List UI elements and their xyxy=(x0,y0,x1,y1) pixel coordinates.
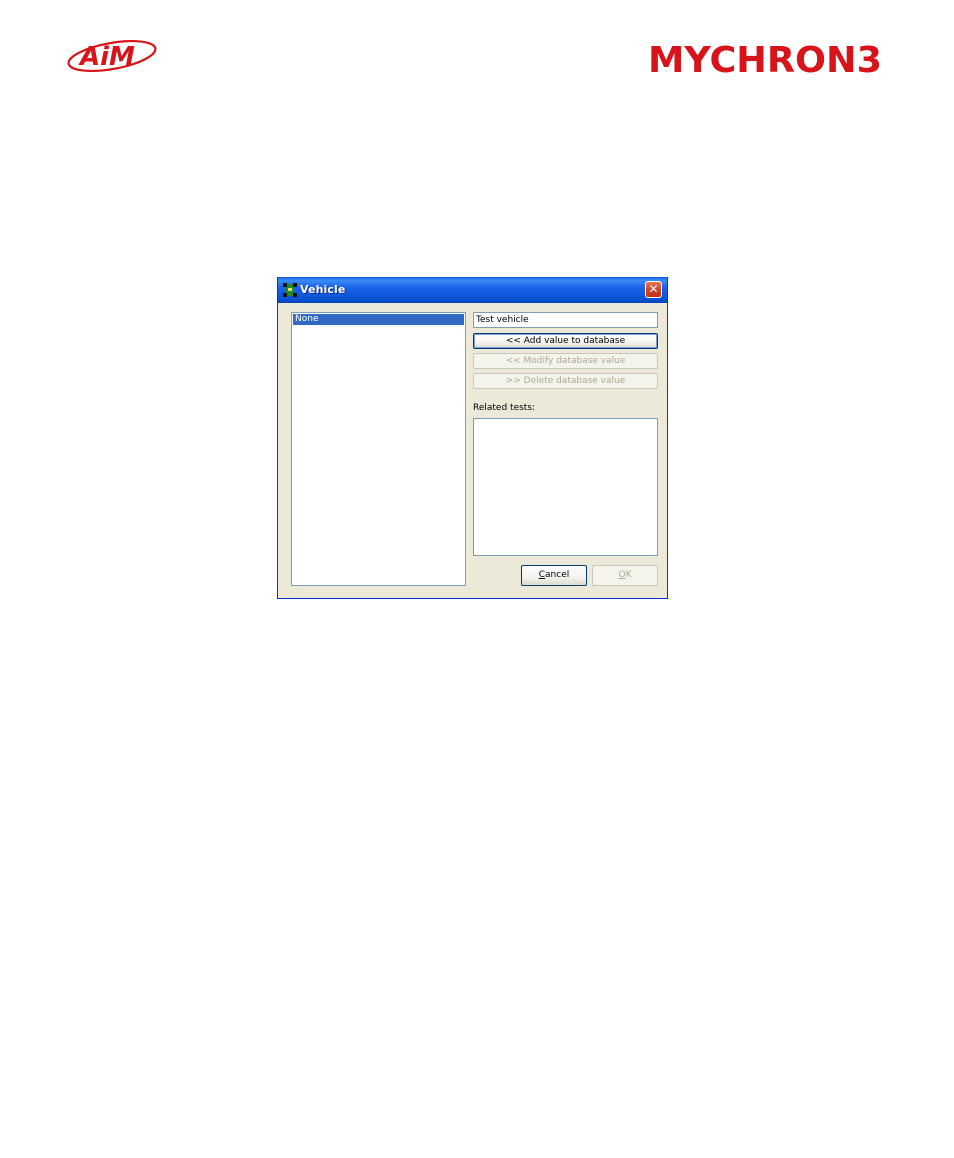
aim-logo: AiM xyxy=(67,39,157,73)
list-item[interactable]: None xyxy=(293,314,464,325)
cancel-rest: ancel xyxy=(545,570,570,580)
aim-logo-text: AiM xyxy=(78,42,135,72)
close-button[interactable]: ✕ xyxy=(645,281,662,298)
related-tests-list[interactable] xyxy=(473,418,658,556)
ok-accel: O xyxy=(618,570,626,580)
dialog-title: Vehicle xyxy=(300,283,346,296)
dialog-titlebar[interactable]: Vehicle ✕ xyxy=(278,277,667,303)
add-value-button[interactable]: << Add value to database xyxy=(473,333,658,349)
related-tests-label: Related tests: xyxy=(473,403,536,413)
cancel-button[interactable]: Cancel xyxy=(521,565,587,586)
mychron-logo: MYCHRON3 xyxy=(648,40,882,76)
vehicle-dialog: Vehicle ✕ None Test vehicle << Add value… xyxy=(277,277,668,599)
modify-value-button[interactable]: << Modify database value xyxy=(473,353,658,369)
close-icon: ✕ xyxy=(648,282,659,296)
vehicle-list[interactable]: None xyxy=(291,312,466,586)
ok-rest: K xyxy=(625,570,632,580)
ok-button[interactable]: OK xyxy=(592,565,658,586)
mychron-logo-text: MYCHRON3 xyxy=(648,40,882,76)
delete-value-button[interactable]: >> Delete database value xyxy=(473,373,658,389)
vehicle-icon xyxy=(283,283,297,297)
vehicle-name-field[interactable]: Test vehicle xyxy=(473,312,658,328)
